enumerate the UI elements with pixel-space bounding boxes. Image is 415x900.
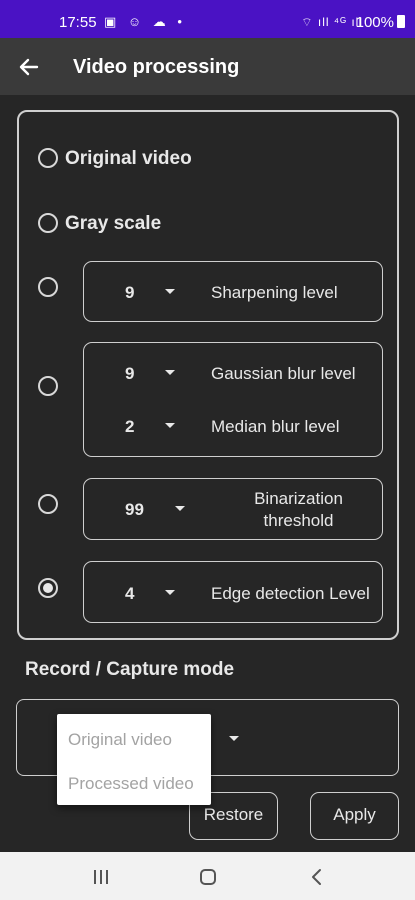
sharpening-label: Sharpening level: [211, 283, 338, 302]
home-icon[interactable]: [200, 869, 216, 885]
blur-group: [83, 342, 383, 457]
gaussian-blur-dropdown-icon[interactable]: [165, 370, 175, 375]
median-blur-label: Median blur level: [211, 417, 340, 436]
option-gray-scale-label[interactable]: Gray scale: [65, 213, 161, 235]
app-bar: Video processing: [0, 38, 415, 95]
edge-detection-label: Edge detection Level: [211, 584, 370, 603]
edge-detection-dropdown-icon[interactable]: [165, 590, 175, 595]
radio-gray-scale[interactable]: [38, 213, 58, 233]
notification-icons: ▣ ☺ ☁ •: [104, 14, 186, 29]
status-time: 17:55: [59, 14, 97, 31]
radio-sharpening[interactable]: [38, 277, 58, 297]
apply-button[interactable]: Apply: [310, 792, 399, 840]
signal-icons: ⌔ ıll ⁴ᴳ ıll: [301, 15, 363, 29]
sharpening-dropdown-icon[interactable]: [165, 289, 175, 294]
edge-detection-value[interactable]: 4: [125, 584, 134, 604]
record-capture-mode-title: Record / Capture mode: [25, 659, 235, 680]
battery-percent: 100%: [355, 14, 394, 31]
popup-item-original-video[interactable]: Original video: [68, 730, 172, 750]
back-arrow-icon[interactable]: [16, 54, 42, 80]
page-title: Video processing: [73, 56, 240, 78]
binarization-value[interactable]: 99: [125, 500, 144, 520]
binarization-label-line1: Binarization: [254, 489, 343, 508]
median-blur-value[interactable]: 2: [125, 417, 134, 437]
radio-original-video[interactable]: [38, 148, 58, 168]
binarization-label-line2: threshold: [263, 511, 334, 530]
system-nav-bar: [0, 852, 415, 900]
capture-mode-dropdown-icon[interactable]: [229, 736, 239, 741]
median-blur-dropdown-icon[interactable]: [165, 423, 175, 428]
battery-icon: [397, 15, 405, 28]
radio-edge-detection[interactable]: [38, 578, 58, 598]
sharpening-value[interactable]: 9: [125, 283, 134, 303]
nav-back-icon[interactable]: [309, 868, 325, 886]
radio-binarization[interactable]: [38, 494, 58, 514]
gaussian-blur-label: Gaussian blur level: [211, 364, 356, 383]
binarization-dropdown-icon[interactable]: [175, 506, 185, 511]
option-original-video-label[interactable]: Original video: [65, 148, 192, 170]
recents-icon[interactable]: [94, 870, 108, 884]
gaussian-blur-value[interactable]: 9: [125, 364, 134, 384]
radio-blur[interactable]: [38, 376, 58, 396]
capture-mode-popup-menu: Original video Processed video: [57, 714, 211, 805]
status-bar: 17:55 ▣ ☺ ☁ • ⌔ ıll ⁴ᴳ ıll 100%: [0, 0, 415, 38]
popup-item-processed-video[interactable]: Processed video: [68, 774, 194, 794]
